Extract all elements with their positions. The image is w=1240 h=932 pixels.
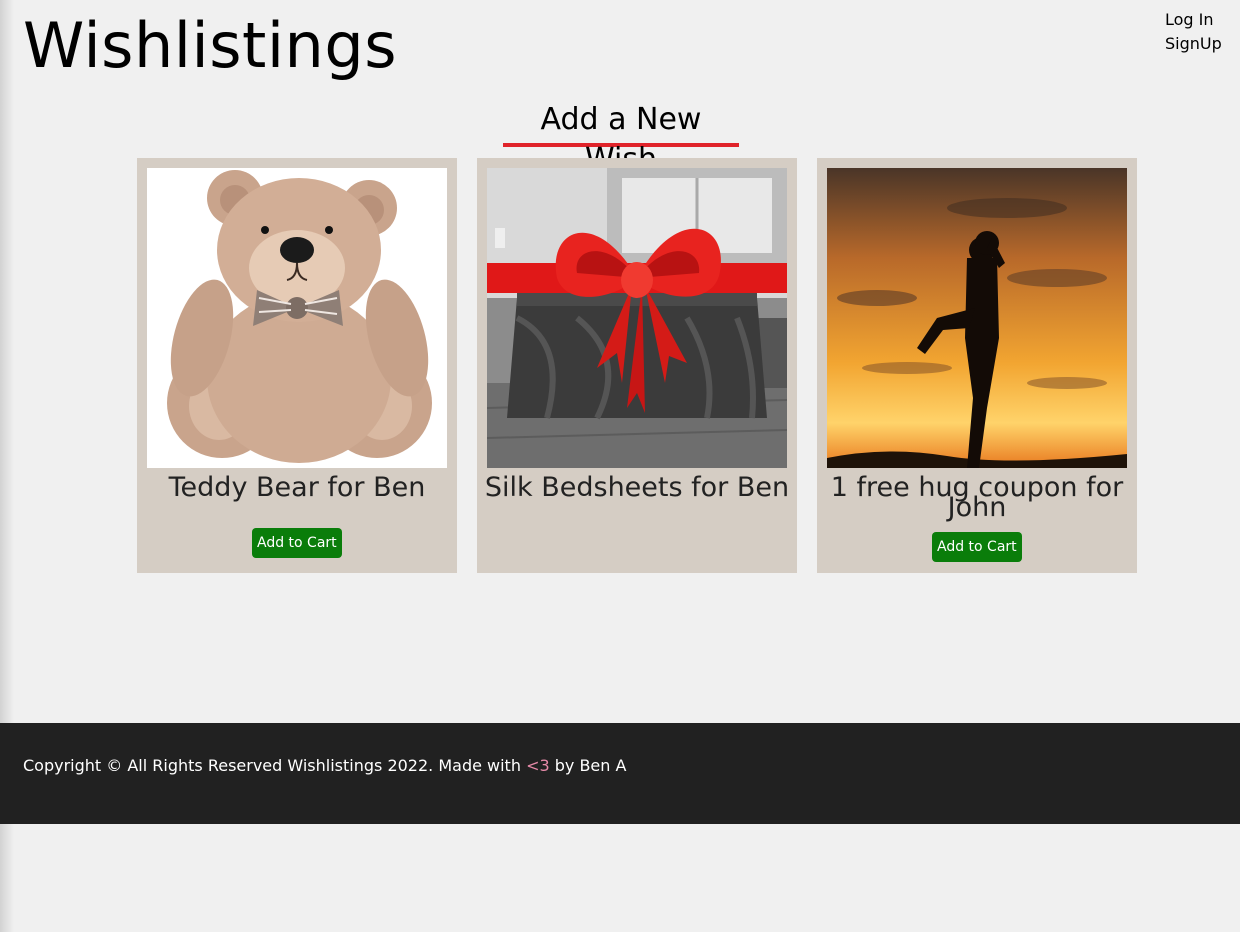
wish-card: 1 free hug coupon for John Add to Cart <box>817 158 1137 573</box>
footer: Copyright © All Rights Reserved Wishlist… <box>0 723 1240 824</box>
wish-card: Teddy Bear for Ben Add to Cart <box>137 158 457 573</box>
wish-name: Silk Bedsheets for Ben <box>477 472 797 503</box>
signup-link[interactable]: SignUp <box>1165 32 1222 56</box>
heart-text: <3 <box>526 756 550 775</box>
copyright-text: Copyright © All Rights Reserved Wishlist… <box>23 755 626 777</box>
add-new-wish-link[interactable]: Add a New Wish <box>503 100 739 177</box>
teddy-bear-image[interactable] <box>147 168 447 468</box>
wish-card: Silk Bedsheets for Ben <box>477 158 797 573</box>
add-to-cart-button[interactable]: Add to Cart <box>932 532 1022 562</box>
hug-coupon-image[interactable] <box>827 168 1127 468</box>
wish-name: Teddy Bear for Ben <box>137 472 457 503</box>
site-title: Wishlistings <box>23 9 398 82</box>
bedsheets-image[interactable] <box>487 168 787 468</box>
wish-name-line: Silk Bedsheets for Ben <box>484 472 790 503</box>
auth-nav: Log In SignUp <box>1165 8 1222 56</box>
wish-name-line: Teddy Bear for Ben <box>168 472 426 503</box>
login-link[interactable]: Log In <box>1165 8 1222 32</box>
add-to-cart-button[interactable]: Add to Cart <box>252 528 342 558</box>
copyright-prefix: Copyright © All Rights Reserved Wishlist… <box>23 756 527 775</box>
wish-name: 1 free hug coupon for John <box>817 474 1137 521</box>
copyright-suffix: by Ben A <box>549 756 627 775</box>
